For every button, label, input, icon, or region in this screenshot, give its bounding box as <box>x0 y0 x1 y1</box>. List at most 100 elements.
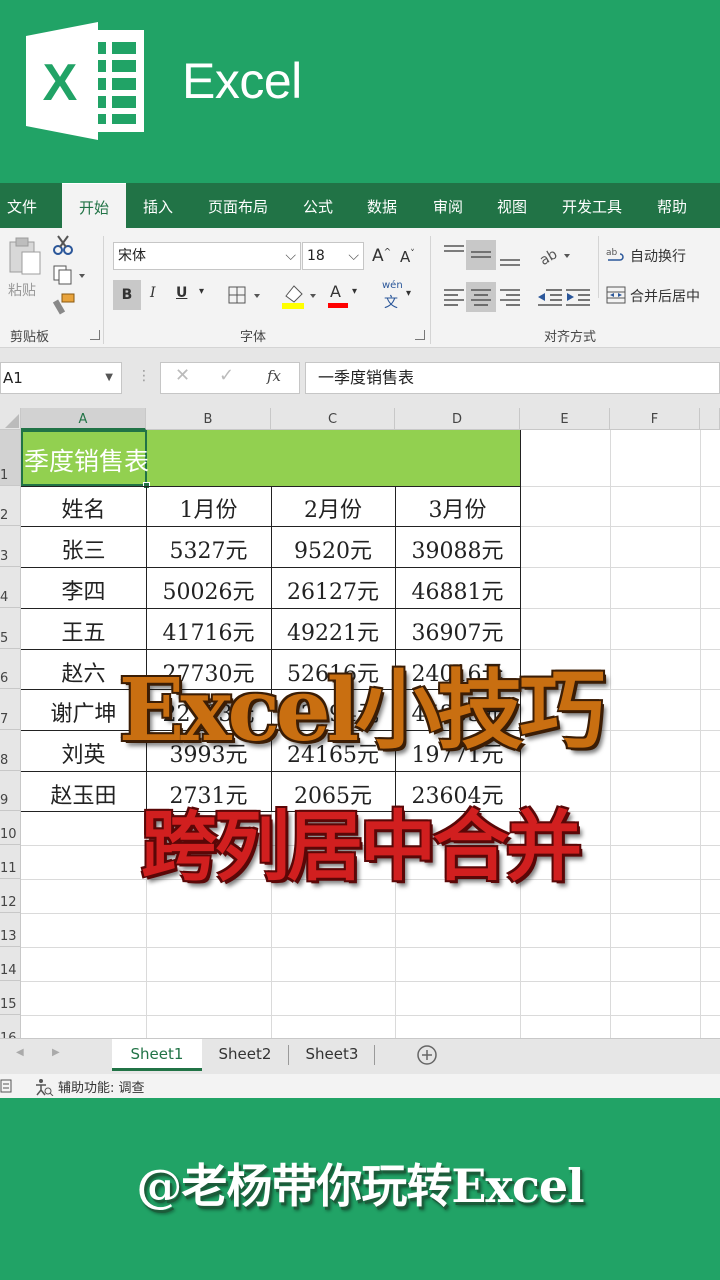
row-header-2[interactable]: 2 <box>0 486 21 526</box>
phonetic-guide-button[interactable]: wén 文 ▾ <box>378 280 418 311</box>
chevron-down-icon: ▼ <box>105 372 113 383</box>
chevron-down-icon: ▾ <box>199 286 205 297</box>
font-color-button[interactable]: A ▾ <box>328 282 362 310</box>
borders-icon[interactable] <box>228 286 262 306</box>
accessibility-icon[interactable] <box>34 1078 54 1096</box>
column-header-b[interactable]: B <box>146 408 271 430</box>
row-header-4[interactable]: 4 <box>0 567 21 608</box>
data-cell[interactable]: 46881元 <box>395 574 520 606</box>
scroll-right-icon[interactable]: ▶ <box>52 1047 60 1058</box>
tab-help[interactable]: 帮助 <box>648 183 696 228</box>
orientation-icon[interactable]: ab <box>538 246 574 266</box>
sheet-tab-sheet3[interactable]: Sheet3 <box>292 1039 372 1071</box>
paste-button[interactable]: 粘贴 <box>2 236 44 299</box>
cut-icon[interactable] <box>52 234 74 256</box>
formula-input[interactable]: 一季度销售表 <box>305 362 720 394</box>
status-bar: 辅助功能: 调查 <box>0 1074 720 1098</box>
header-cell[interactable]: 姓名 <box>21 492 146 524</box>
align-middle-button[interactable] <box>466 240 496 270</box>
align-top-icon[interactable] <box>444 244 464 260</box>
data-cell[interactable]: 5327元 <box>146 533 271 565</box>
tab-file[interactable]: 文件 <box>0 183 44 228</box>
font-launcher[interactable] <box>415 330 425 340</box>
add-sheet-icon[interactable] <box>416 1044 438 1066</box>
overlay-caption-subtitle: 跨列居中合并 <box>141 802 582 891</box>
chevron-down-icon: ⌵ <box>285 248 296 264</box>
tab-insert[interactable]: 插入 <box>134 183 182 228</box>
font-size-value: 18 <box>307 248 325 264</box>
row-header-15[interactable]: 15 <box>0 981 21 1015</box>
format-painter-icon[interactable] <box>52 292 76 316</box>
shrink-font-button[interactable]: A˅ <box>400 248 415 266</box>
fill-color-icon[interactable] <box>280 282 320 310</box>
align-left-icon[interactable] <box>444 288 464 306</box>
accessibility-status[interactable]: 辅助功能: 调查 <box>58 1077 145 1096</box>
formula-bar: A1 ▼ ⋮ ✕ ✓ fx 一季度销售表 <box>0 348 720 408</box>
column-header-d[interactable]: D <box>395 408 520 430</box>
merge-center-button[interactable]: 合并后居中 <box>606 284 720 308</box>
column-header-a[interactable]: A <box>21 408 146 430</box>
data-cell[interactable]: 张三 <box>21 533 146 565</box>
align-right-icon[interactable] <box>500 288 520 306</box>
tab-home[interactable]: 开始 <box>62 183 126 230</box>
data-cell[interactable]: 26127元 <box>271 574 395 606</box>
column-header-g[interactable] <box>700 408 720 430</box>
formula-buttons: ✕ ✓ fx <box>160 362 300 394</box>
wrap-text-button[interactable]: ab 自动换行 <box>606 244 716 268</box>
row-header-16[interactable]: 16 <box>0 1015 21 1038</box>
align-center-icon <box>471 289 491 306</box>
row-header-13[interactable]: 13 <box>0 913 21 947</box>
enter-icon[interactable]: ✓ <box>219 365 234 386</box>
data-cell[interactable]: 李四 <box>21 574 146 606</box>
data-cell[interactable]: 9520元 <box>271 533 395 565</box>
increase-indent-icon[interactable] <box>566 288 590 306</box>
tab-developer[interactable]: 开发工具 <box>554 183 630 228</box>
column-header-f[interactable]: F <box>610 408 700 430</box>
sheet-tab-sheet1[interactable]: Sheet1 <box>112 1039 202 1071</box>
tab-view[interactable]: 视图 <box>488 183 536 228</box>
header-cell[interactable]: 3月份 <box>395 492 520 524</box>
brand-title: Excel <box>182 53 302 109</box>
sheet-divider <box>288 1045 289 1065</box>
decrease-indent-icon[interactable] <box>538 288 562 306</box>
bold-button[interactable]: B <box>113 280 141 310</box>
gridline <box>21 1015 720 1016</box>
chevron-down-icon: ⌵ <box>348 248 359 264</box>
row-header-1[interactable]: 1 <box>0 430 21 486</box>
tab-page-layout[interactable]: 页面布局 <box>200 183 276 228</box>
svg-text:ab: ab <box>606 248 618 258</box>
header-cell[interactable]: 1月份 <box>146 492 271 524</box>
data-cell[interactable]: 39088元 <box>395 533 520 565</box>
column-header-e[interactable]: E <box>520 408 610 430</box>
name-box[interactable]: A1 ▼ <box>0 362 122 394</box>
copy-icon[interactable] <box>52 264 86 286</box>
underline-button[interactable]: U <box>176 285 187 301</box>
align-bottom-icon[interactable] <box>500 252 520 268</box>
scroll-left-icon[interactable]: ◀ <box>16 1047 24 1058</box>
svg-text:X: X <box>43 54 78 112</box>
row-header-14[interactable]: 14 <box>0 947 21 981</box>
font-size-select[interactable]: 18 ⌵ <box>302 242 364 270</box>
align-center-button[interactable] <box>466 282 496 312</box>
header-cell[interactable]: 2月份 <box>271 492 395 524</box>
ribbon-separator <box>103 236 104 344</box>
sheet-tab-sheet2[interactable]: Sheet2 <box>204 1039 286 1071</box>
tab-data[interactable]: 数据 <box>358 183 406 228</box>
font-name-select[interactable]: 宋体 ⌵ <box>113 242 301 270</box>
column-header-c[interactable]: C <box>271 408 395 430</box>
top-banner: X Excel <box>0 0 720 183</box>
insert-function-button[interactable]: fx <box>267 367 281 385</box>
grow-font-button[interactable]: A^ <box>372 246 391 266</box>
italic-button[interactable]: I <box>150 285 156 301</box>
row-header-3[interactable]: 3 <box>0 526 21 567</box>
paste-icon <box>9 237 41 275</box>
gridline <box>21 981 720 982</box>
tab-review[interactable]: 审阅 <box>424 183 472 228</box>
clipboard-launcher[interactable] <box>90 330 100 340</box>
cancel-icon[interactable]: ✕ <box>175 365 190 386</box>
macro-record-icon[interactable] <box>0 1079 12 1093</box>
data-cell[interactable]: 50026元 <box>146 574 271 606</box>
font-name-value: 宋体 <box>118 248 146 264</box>
tab-formulas[interactable]: 公式 <box>294 183 342 228</box>
select-all-corner[interactable] <box>0 408 21 430</box>
